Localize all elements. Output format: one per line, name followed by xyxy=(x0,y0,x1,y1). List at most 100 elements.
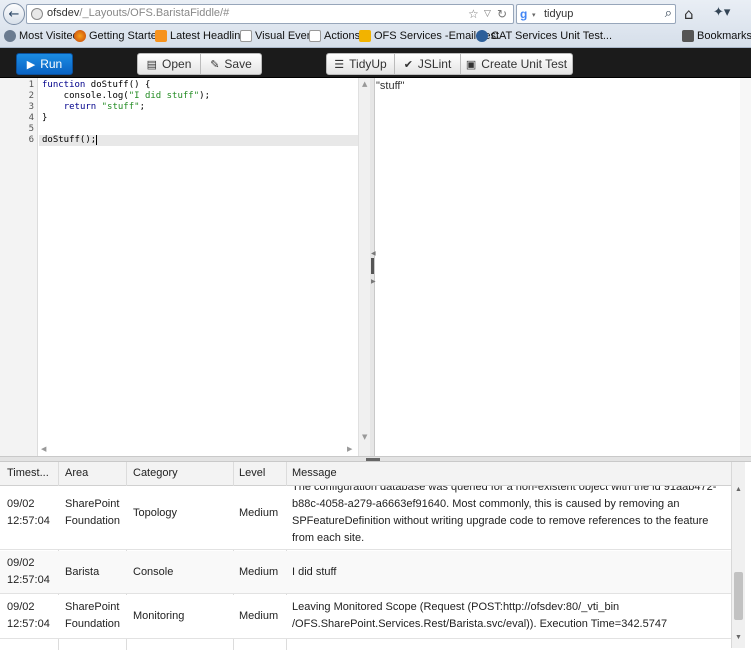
splitter-grip[interactable] xyxy=(371,258,374,274)
scroll-left-icon[interactable]: ◀ xyxy=(41,445,46,453)
scroll-right-icon[interactable]: ▶ xyxy=(347,445,352,453)
url-text: ofsdev/_Layouts/OFS.BaristaFiddle/# xyxy=(47,7,229,19)
cell-message: /OFS.SharePoint.Services.Rest/Barista.sv… xyxy=(292,618,668,630)
star-icon[interactable]: ☆ xyxy=(468,7,479,21)
log-scrollbar[interactable]: ▲ ▼ xyxy=(731,462,745,648)
log-row[interactable]: 09/02 12:57:04 SharePoint Foundation Mon… xyxy=(0,595,731,639)
line-number: 4 xyxy=(28,113,34,123)
browser-chrome: ← ofsdev/_Layouts/OFS.BaristaFiddle/# ☆ … xyxy=(0,0,751,48)
line-number: 2 xyxy=(28,91,34,101)
addon-icon[interactable]: ✦▾ xyxy=(713,5,730,20)
splitter-grip[interactable] xyxy=(366,458,380,461)
firefox-icon xyxy=(74,30,86,42)
list-icon: ☰ xyxy=(334,58,345,71)
bookmarks-menu[interactable]: Bookmarks xyxy=(682,30,751,42)
log-header: Timest... Area Category Level Message xyxy=(0,462,731,486)
log-grid: Timest... Area Category Level Message 09… xyxy=(0,462,751,650)
cell-time: 12:57:04 xyxy=(7,515,50,527)
cell-message: from each site. xyxy=(292,532,365,544)
scroll-up-icon[interactable]: ▲ xyxy=(362,80,367,88)
back-button[interactable]: ← xyxy=(3,3,25,25)
cell-date: 09/02 xyxy=(7,498,35,510)
cell-time: 12:57:04 xyxy=(7,574,50,586)
arrow-left-icon: ← xyxy=(8,6,20,22)
bookmark-label: CAT Services Unit Test... xyxy=(491,30,613,42)
line-number: 6 xyxy=(28,135,34,145)
pencil-icon: ✎ xyxy=(210,58,220,71)
bookmark-actions[interactable]: Actions xyxy=(309,30,360,42)
column-header-message[interactable]: Message xyxy=(292,467,337,479)
unit-test-label: Create Unit Test xyxy=(481,57,568,71)
cell-area: Foundation xyxy=(65,515,121,527)
chevron-down-icon[interactable]: ▽ xyxy=(484,9,491,19)
address-bar[interactable]: ofsdev/_Layouts/OFS.BaristaFiddle/# ☆ ▽ … xyxy=(26,4,514,24)
vertical-splitter[interactable]: ◀ ▶ xyxy=(370,78,376,456)
cell-message: The configuration database was queried f… xyxy=(292,486,717,493)
jslint-button[interactable]: ✔ JSLint xyxy=(395,53,461,75)
bookmark-most-visited[interactable]: Most Visited xyxy=(4,30,79,42)
rss-icon xyxy=(155,30,167,42)
reload-icon[interactable]: ↻ xyxy=(497,7,507,21)
code-editor[interactable]: 1 2 3 4 5 6 function doStuff() { console… xyxy=(0,78,370,456)
page-scrollbar[interactable] xyxy=(740,78,751,458)
bookmarks-toolbar: Most Visited Getting Started Latest Head… xyxy=(0,28,751,47)
bookmark-cat-unit-test[interactable]: CAT Services Unit Test... xyxy=(476,30,612,42)
tidyup-button[interactable]: ☰ TidyUp xyxy=(326,53,395,75)
bookmark-label: Visual Event xyxy=(255,30,316,42)
log-row[interactable]: 09/02 12:57:04 SharePoint Foundation Top… xyxy=(0,486,731,550)
line-number: 3 xyxy=(28,102,34,112)
cell-date: 09/02 xyxy=(7,557,35,569)
cell-level: Medium xyxy=(239,507,279,519)
bookmark-latest-headlines[interactable]: Latest Headlines xyxy=(155,30,252,42)
folder-open-icon: ▤ xyxy=(146,58,158,71)
cell-area: SharePoint xyxy=(65,601,120,613)
cell-level: Medium xyxy=(239,610,279,622)
cell-message: I did stuff xyxy=(292,566,337,578)
log-row[interactable]: 09/02 12:57:04 Barista Console Medium I … xyxy=(0,551,731,594)
scroll-down-icon[interactable]: ▼ xyxy=(362,433,367,441)
cell-category: Monitoring xyxy=(133,610,185,622)
column-header-level[interactable]: Level xyxy=(239,467,265,479)
column-header-area[interactable]: Area xyxy=(65,467,88,479)
search-input[interactable]: tidyup xyxy=(544,8,573,20)
column-header-category[interactable]: Category xyxy=(133,467,178,479)
code-line: return "stuff"; xyxy=(63,102,145,112)
save-button[interactable]: ✎ Save xyxy=(201,53,262,75)
dropdown-arrow-icon[interactable]: ▾ xyxy=(532,11,536,19)
collapse-left-icon[interactable]: ◀ xyxy=(371,250,376,257)
url-path: /_Layouts/OFS.BaristaFiddle/# xyxy=(79,7,230,19)
column-header-timestamp[interactable]: Timest... xyxy=(7,467,49,479)
cell-area: Foundation xyxy=(65,618,121,630)
play-icon: ▶ xyxy=(26,58,36,71)
bookmarks-menu-label: Bookmarks xyxy=(697,30,751,42)
line-number: 1 xyxy=(28,80,34,90)
scroll-up-icon[interactable]: ▲ xyxy=(735,486,742,493)
line-number: 5 xyxy=(28,124,34,134)
cell-category: Console xyxy=(133,566,174,578)
code-line: } xyxy=(42,113,48,123)
output-result: "stuff" xyxy=(376,80,405,92)
run-button[interactable]: ▶ Run xyxy=(16,53,73,75)
scroll-thumb[interactable] xyxy=(734,572,743,620)
url-host: ofsdev xyxy=(47,7,80,19)
run-label: Run xyxy=(40,57,63,71)
collapse-right-icon[interactable]: ▶ xyxy=(371,278,376,285)
scroll-down-icon[interactable]: ▼ xyxy=(735,634,742,641)
editor-h-scrollbar[interactable]: ◀ ▶ xyxy=(39,444,358,456)
create-unit-test-button[interactable]: ▣ Create Unit Test xyxy=(461,53,573,75)
bookmark-label: Most Visited xyxy=(19,30,79,42)
home-icon[interactable]: ⌂ xyxy=(684,5,694,23)
cell-date: 09/02 xyxy=(7,601,35,613)
bookmark-getting-started[interactable]: Getting Started xyxy=(74,30,163,42)
check-circle-icon: ✔ xyxy=(403,58,413,71)
page-icon xyxy=(309,30,321,42)
cell-area: Barista xyxy=(65,566,100,578)
gear-icon xyxy=(4,30,16,42)
cell-message: b88c-4058-a279-a6663ef91640. Most common… xyxy=(292,498,680,510)
page-icon xyxy=(240,30,252,42)
magnifier-icon[interactable]: ⌕ xyxy=(665,6,672,21)
open-button[interactable]: ▤ Open xyxy=(137,53,201,75)
bookmark-visual-event[interactable]: Visual Event xyxy=(240,30,316,42)
editor-scrollbar[interactable]: ▲ ▼ xyxy=(358,78,370,456)
search-bar[interactable]: g ▾ tidyup ⌕ xyxy=(516,4,676,24)
